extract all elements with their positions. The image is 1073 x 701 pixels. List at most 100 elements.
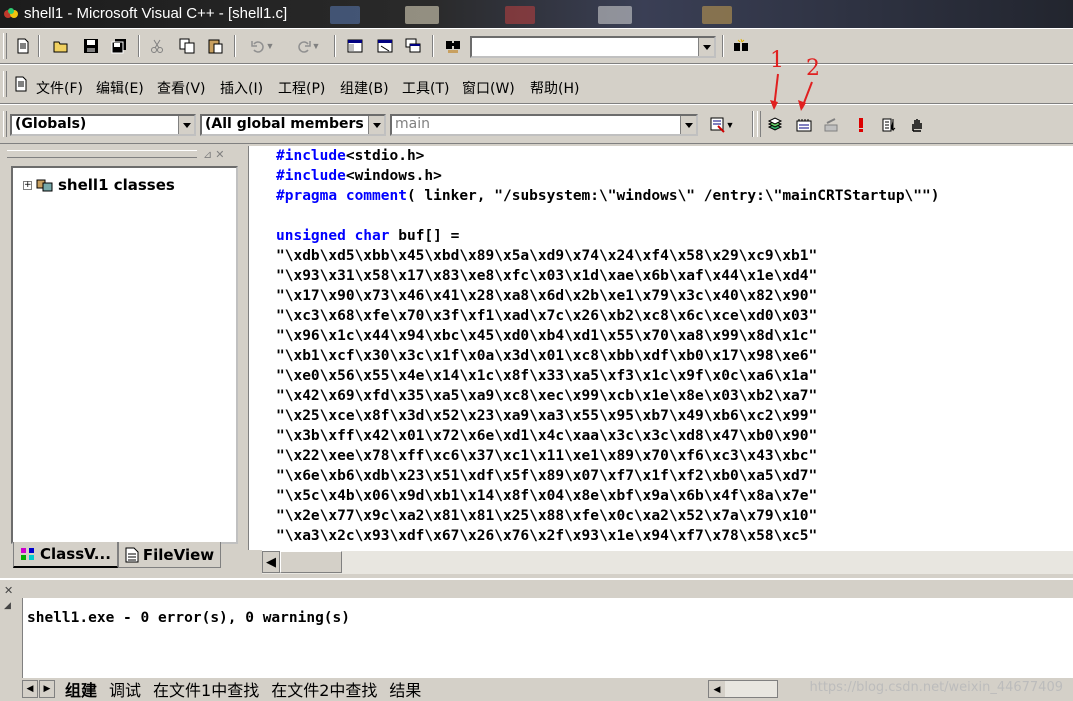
scroll-thumb[interactable] (280, 551, 342, 573)
menu-file[interactable]: 文件(F) (36, 78, 83, 98)
cut-icon[interactable] (146, 35, 168, 57)
window-title: shell1 - Microsoft Visual C++ - [shell1.… (24, 5, 288, 22)
code-line[interactable]: "\x6e\xb6\xdb\x23\x51\xdf\x5f\x89\x07\xf… (276, 466, 939, 486)
output-text-area[interactable]: shell1.exe - 0 error(s), 0 warning(s) (22, 598, 1073, 678)
window-list-icon[interactable] (402, 35, 424, 57)
background-decor (702, 6, 732, 24)
code-line[interactable]: #include<windows.h> (276, 166, 939, 186)
resize-icon[interactable]: ◢ (4, 600, 11, 611)
code-line[interactable] (276, 206, 939, 226)
menu-help[interactable]: 帮助(H) (530, 78, 579, 98)
scroll-left-arrow-icon[interactable]: ◀ (709, 681, 725, 697)
new-file-icon[interactable] (12, 35, 34, 57)
tab-scroll-arrows[interactable]: ◀ ▶ (22, 680, 55, 698)
go-debug-icon[interactable] (878, 114, 900, 136)
code-line[interactable]: "\x17\x90\x73\x46\x41\x28\xa8\x6d\x2b\xe… (276, 286, 939, 306)
code-text[interactable]: #include<stdio.h> #include<windows.h> #pra… (276, 146, 939, 546)
output-window-icon[interactable] (374, 35, 396, 57)
menu-edit[interactable]: 编辑(E) (96, 78, 144, 98)
redo-icon[interactable]: ▼ (288, 35, 328, 57)
tab-classview-label: ClassV... (40, 545, 111, 563)
code-line[interactable]: "\x96\x1c\x44\x94\xbc\x45\xd0\xb4\xd1\x5… (276, 326, 939, 346)
filter-combo[interactable]: (All global members (200, 114, 386, 136)
find-binoculars-icon[interactable] (730, 35, 752, 57)
code-line[interactable]: #pragma comment( linker, "/subsystem:\"w… (276, 186, 939, 206)
pane-grip[interactable] (7, 150, 197, 158)
code-line[interactable]: #include<stdio.h> (276, 146, 939, 166)
title-bar[interactable]: shell1 - Microsoft Visual C++ - [shell1.… (0, 0, 1073, 28)
find-combo[interactable] (470, 36, 716, 58)
tab-results[interactable]: 结果 (383, 677, 427, 701)
output-horizontal-scrollbar[interactable]: ◀ (708, 680, 778, 698)
code-text-segment: buf[] = (389, 228, 460, 244)
tab-debug[interactable]: 调试 (103, 677, 147, 701)
menu-window[interactable]: 窗口(W) (462, 78, 515, 98)
member-combo[interactable]: main (390, 114, 698, 136)
code-line[interactable]: "\x25\xce\x8f\x3d\x52\x23\xa9\xa3\x55\x9… (276, 406, 939, 426)
open-folder-icon[interactable] (50, 35, 72, 57)
code-line[interactable]: unsigned char buf[] = (276, 226, 939, 246)
copy-icon[interactable] (176, 35, 198, 57)
code-line[interactable]: "\x93\x31\x58\x17\x83\xe8\xfc\x03\x1d\xa… (276, 266, 939, 286)
class-tree[interactable]: + shell1 classes (11, 166, 238, 544)
background-decor (505, 6, 535, 24)
code-line[interactable]: "\xb1\xcf\x30\x3c\x1f\x0a\x3d\x01\xc8\xb… (276, 346, 939, 366)
menu-build[interactable]: 组建(B) (340, 78, 389, 98)
class-combo[interactable]: (Globals) (10, 114, 196, 136)
chevron-down-icon[interactable] (698, 38, 714, 56)
tab-fileview[interactable]: FileView (117, 542, 222, 568)
execute-icon[interactable] (850, 114, 872, 136)
code-text-segment: "\x6e\xb6\xdb\x23\x51\xdf\x5f\x89\x07\xf… (276, 468, 818, 484)
toolbar-grip[interactable] (3, 111, 7, 137)
menu-project[interactable]: 工程(P) (278, 78, 325, 98)
output-pane: ✕ ◢ shell1.exe - 0 error(s), 0 warning(s… (0, 578, 1073, 701)
tab-right-arrow-icon[interactable]: ▶ (39, 680, 55, 698)
undo-icon[interactable]: ▼ (242, 35, 282, 57)
code-editor[interactable]: #include<stdio.h> #include<windows.h> #pra… (248, 146, 1073, 550)
compile-icon[interactable] (764, 114, 786, 136)
wizard-actions-icon[interactable]: ▼ (702, 114, 742, 136)
code-text-segment: "\xa3\x2c\x93\xdf\x67\x26\x76\x2f\x93\x1… (276, 528, 818, 544)
stop-build-icon[interactable] (820, 114, 842, 136)
tab-find-in-files-1[interactable]: 在文件1中查找 (147, 677, 265, 701)
chevron-down-icon[interactable] (680, 116, 696, 134)
chevron-down-icon[interactable] (368, 116, 384, 134)
code-keyword: #include (276, 148, 346, 164)
toolbar-grip[interactable] (3, 33, 7, 59)
scroll-left-arrow-icon[interactable]: ◀ (262, 551, 280, 573)
pane-controls[interactable]: ⊿ ✕ (203, 148, 225, 161)
tab-find-in-files-2[interactable]: 在文件2中查找 (265, 677, 383, 701)
code-line[interactable]: "\x2e\x77\x9c\xa2\x81\x81\x25\x88\xfe\x0… (276, 506, 939, 526)
menu-view[interactable]: 查看(V) (157, 78, 206, 98)
code-line[interactable]: "\xdb\xd5\xbb\x45\xbd\x89\x5a\xd9\x74\x2… (276, 246, 939, 266)
code-line[interactable]: "\x3b\xff\x42\x01\x72\x6e\xd1\x4c\xaa\x3… (276, 426, 939, 446)
menu-tools[interactable]: 工具(T) (402, 78, 449, 98)
build-icon[interactable] (793, 114, 815, 136)
menu-insert[interactable]: 插入(I) (220, 78, 263, 98)
code-line[interactable]: "\x5c\x4b\x06\x9d\xb1\x14\x8f\x04\x8e\xb… (276, 486, 939, 506)
tab-build[interactable]: 组建 (59, 677, 103, 701)
expand-icon[interactable]: + (23, 180, 32, 190)
code-line[interactable]: "\xe0\x56\x55\x4e\x14\x1c\x8f\x33\xa5\xf… (276, 366, 939, 386)
paste-icon[interactable] (204, 35, 226, 57)
code-line[interactable]: "\x42\x69\xfd\x35\xa5\xa9\xc8\xec\x99\xc… (276, 386, 939, 406)
tab-left-arrow-icon[interactable]: ◀ (22, 680, 38, 698)
toolbar-grip[interactable] (757, 111, 761, 137)
wizard-bar: (Globals) (All global members main ▼ (0, 104, 1073, 144)
toolbar-grip[interactable] (3, 71, 7, 97)
tab-classview[interactable]: ClassV... (13, 542, 118, 568)
save-all-icon[interactable] (108, 35, 130, 57)
find-in-files-icon[interactable] (442, 35, 464, 57)
close-icon[interactable]: ✕ (4, 584, 13, 597)
code-text-segment: "\x42\x69\xfd\x35\xa5\xa9\xc8\xec\x99\xc… (276, 388, 818, 404)
breakpoint-hand-icon[interactable] (906, 114, 928, 136)
save-icon[interactable] (80, 35, 102, 57)
chevron-down-icon[interactable] (178, 116, 194, 134)
code-line[interactable]: "\xa3\x2c\x93\xdf\x67\x26\x76\x2f\x93\x1… (276, 526, 939, 546)
tree-node[interactable]: + shell1 classes (23, 176, 175, 194)
code-line[interactable]: "\xc3\x68\xfe\x70\x3f\xf1\xad\x7c\x26\xb… (276, 306, 939, 326)
editor-horizontal-scrollbar[interactable]: ◀ (262, 550, 1073, 574)
code-line[interactable]: "\x22\xee\x78\xff\xc6\x37\xc1\x11\xe1\x8… (276, 446, 939, 466)
code-keyword: #pragma (276, 188, 338, 204)
workspace-window-icon[interactable] (344, 35, 366, 57)
